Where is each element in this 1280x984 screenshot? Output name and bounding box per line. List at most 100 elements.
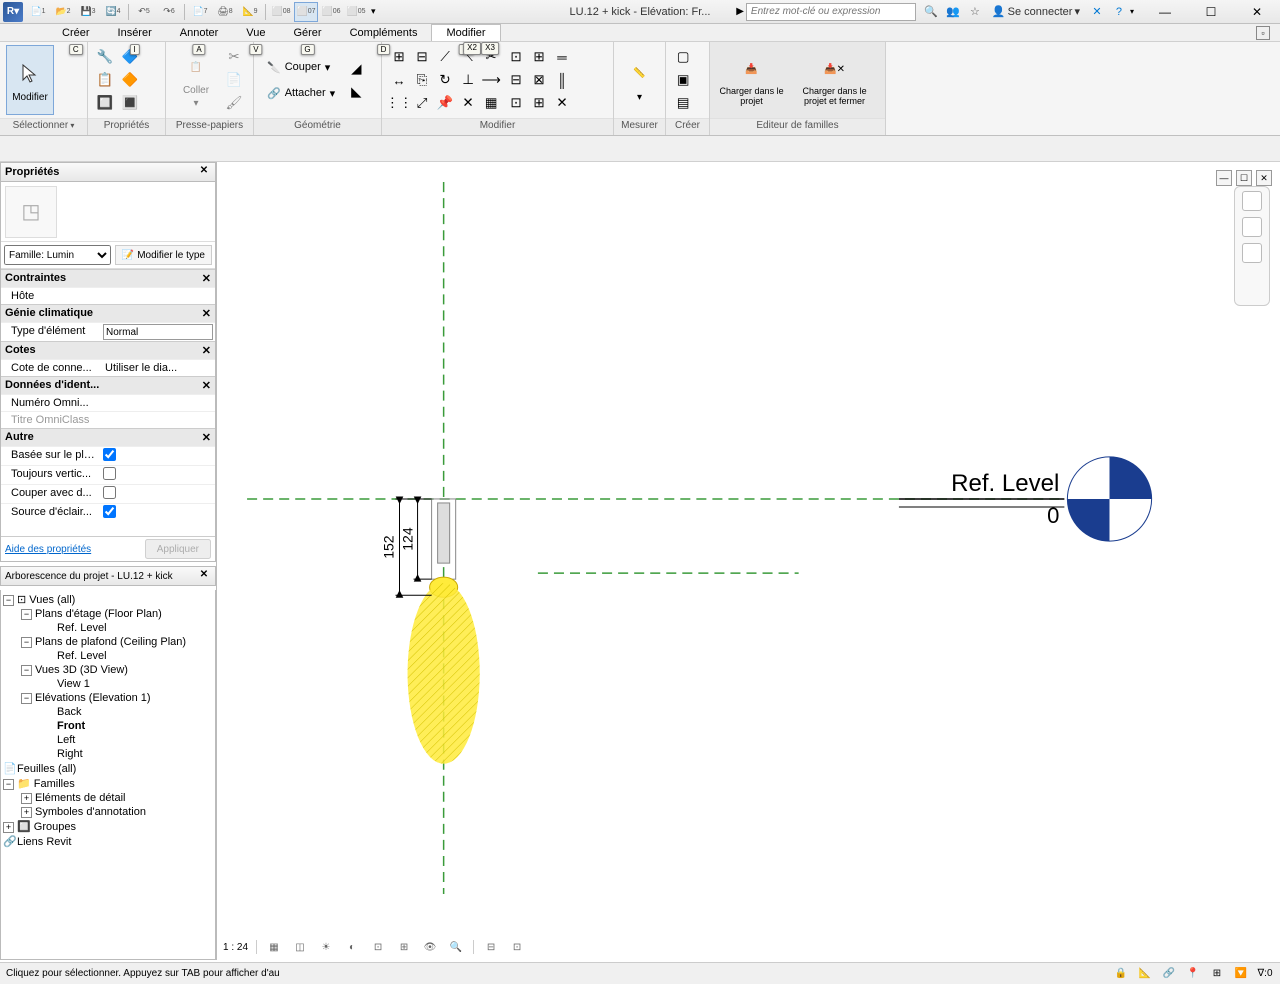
tree-families[interactable]: −📁 Familles	[3, 776, 213, 791]
maximize-button[interactable]: ☐	[1188, 0, 1234, 24]
tree-sheets[interactable]: 📄Feuilles (all)	[3, 761, 213, 776]
scale-label[interactable]: 1 : 24	[223, 942, 248, 953]
help-icon[interactable]: ?	[1108, 2, 1130, 22]
qat-btn-7[interactable]: 📄7	[188, 2, 212, 22]
tree-ceil[interactable]: −Plans de plafond (Ceiling Plan)	[3, 635, 213, 649]
mod-move[interactable]: ↔	[388, 69, 410, 91]
load-project-button[interactable]: 📥 Charger dans le projet	[716, 45, 787, 115]
detail-level-icon[interactable]: ▦	[265, 938, 283, 956]
family-selector[interactable]: Famille: Lumin	[4, 245, 111, 265]
measure-button[interactable]: 📏▾	[620, 45, 659, 115]
paste-button[interactable]: 📋 Coller▾	[172, 45, 220, 115]
qat-btn-2[interactable]: 📂2	[51, 2, 75, 22]
cat-autre[interactable]: Autre✕	[1, 428, 215, 446]
mod-offset[interactable]: ⊟	[411, 46, 433, 68]
menu-inserer[interactable]: InsérerI	[104, 25, 166, 41]
mod-array[interactable]: ⋮⋮	[388, 92, 410, 114]
type-elem-input[interactable]	[103, 324, 213, 340]
minimize-button[interactable]: —	[1142, 0, 1188, 24]
mod-group[interactable]: ▦	[480, 92, 502, 114]
copy-icon[interactable]: 📄	[223, 69, 245, 91]
mod-r6[interactable]: ║	[551, 69, 573, 91]
menu-modifier[interactable]: ModifierM	[431, 24, 500, 41]
menu-gerer[interactable]: GérerG	[279, 25, 335, 41]
menu-creer[interactable]: CréerC	[48, 25, 104, 41]
status-icon-2[interactable]: 📐	[1136, 966, 1154, 982]
status-filter-icon[interactable]: ∇:0	[1256, 966, 1274, 982]
qat-btn-4[interactable]: 🔄4	[101, 2, 125, 22]
tree-links[interactable]: 🔗Liens Revit	[3, 834, 213, 849]
geom-btn-2[interactable]: ◣	[345, 81, 367, 103]
signin-button[interactable]: 👤 Se connecter ▾	[986, 5, 1086, 18]
menu-close-icon[interactable]: ▫	[1256, 26, 1270, 40]
attach-button[interactable]: 🔗 Attacher ▾	[260, 82, 342, 104]
reveal-icon[interactable]: 🔍	[447, 938, 465, 956]
match-icon[interactable]: 🖌	[223, 92, 245, 114]
close-button[interactable]: ✕	[1234, 0, 1280, 24]
qat-btn-05[interactable]: ⬜05	[344, 2, 368, 22]
mod-r4[interactable]: ⊟	[505, 69, 527, 91]
props-btn-2[interactable]: 📋	[94, 69, 116, 91]
geom-btn-1[interactable]: ◢	[345, 58, 367, 80]
props-btn-6[interactable]: 🔳	[119, 92, 141, 114]
visual-style-icon[interactable]: ◫	[291, 938, 309, 956]
props-btn-1[interactable]: 🔧	[94, 46, 116, 68]
cut-geom-button[interactable]: 🔪 Couper ▾	[260, 56, 342, 78]
panel-title-select[interactable]: Sélectionner	[0, 118, 87, 135]
props-btn-3[interactable]: 🔲	[94, 92, 116, 114]
vc-extra-2[interactable]: ⊡	[508, 938, 526, 956]
qat-redo[interactable]: ↷6	[157, 2, 181, 22]
comm-icon[interactable]: 👥	[942, 2, 964, 22]
exchange-icon[interactable]: ✕	[1086, 2, 1108, 22]
create-btn-3[interactable]: ▤	[672, 92, 694, 114]
status-icon-3[interactable]: 🔗	[1160, 966, 1178, 982]
modify-tool-button[interactable]: Modifier	[6, 45, 54, 115]
search-input[interactable]	[746, 3, 916, 21]
mod-r8[interactable]: ⊞	[528, 92, 550, 114]
vert-checkbox[interactable]	[103, 467, 116, 480]
mod-r3[interactable]: ═	[551, 46, 573, 68]
crop-icon[interactable]: ⊡	[369, 938, 387, 956]
create-btn-2[interactable]: ▣	[672, 69, 694, 91]
tree-groups[interactable]: +🔲 Groupes	[3, 819, 213, 834]
qat-btn-8[interactable]: 🖨8	[213, 2, 237, 22]
tree-view1[interactable]: View 1	[3, 677, 213, 691]
fav-icon[interactable]: ☆	[964, 2, 986, 22]
cat-ident[interactable]: Données d'ident...✕	[1, 376, 215, 394]
mod-r5[interactable]: ⊠	[528, 69, 550, 91]
close-properties-icon[interactable]: ✕	[197, 165, 211, 179]
qat-btn-06[interactable]: ⬜06	[319, 2, 343, 22]
shadow-icon[interactable]: ◐	[343, 938, 361, 956]
menu-vue[interactable]: VueV	[232, 25, 279, 41]
status-icon-6[interactable]: 🔽	[1232, 966, 1250, 982]
type-thumbnail[interactable]: ◳	[5, 186, 57, 238]
mod-pin[interactable]: 📌	[434, 92, 456, 114]
properties-header[interactable]: Propriétés ✕	[0, 162, 216, 182]
cat-contraintes[interactable]: Contraintes✕	[1, 269, 215, 287]
qat-btn-9[interactable]: 📐9	[238, 2, 262, 22]
qat-btn-07[interactable]: ⬜07	[294, 2, 318, 22]
status-icon-5[interactable]: ⊞	[1208, 966, 1226, 982]
menu-complements[interactable]: ComplémentsD	[336, 25, 432, 41]
mod-rotate[interactable]: ↻	[434, 69, 456, 91]
close-browser-icon[interactable]: ✕	[197, 569, 211, 583]
mod-r1[interactable]: ⊡	[505, 46, 527, 68]
qat-undo[interactable]: ↶5	[132, 2, 156, 22]
drawing-canvas[interactable]: — ☐ ✕ Ref. Level 0	[216, 162, 1280, 960]
create-btn-1[interactable]: ▢	[672, 46, 694, 68]
tree-right[interactable]: Right	[3, 747, 213, 761]
tree-back[interactable]: Back	[3, 705, 213, 719]
cut-checkbox[interactable]	[103, 486, 116, 499]
load-close-button[interactable]: 📥✕ Charger dans le projet et fermer	[790, 45, 879, 115]
mod-r2[interactable]: ⊞	[528, 46, 550, 68]
tree-elev[interactable]: −Elévations (Elevation 1)	[3, 691, 213, 705]
menu-annoter[interactable]: AnnoterA	[166, 25, 233, 41]
props-help-link[interactable]: Aide des propriétés	[5, 544, 91, 555]
tree-reflevel-1[interactable]: Ref. Level	[3, 621, 213, 635]
src-checkbox[interactable]	[103, 505, 116, 518]
cat-genie[interactable]: Génie climatique✕	[1, 304, 215, 322]
qat-btn-3[interactable]: 💾3	[76, 2, 100, 22]
qat-btn-08[interactable]: ⬜08	[269, 2, 293, 22]
mod-scale[interactable]: ⤢	[411, 92, 433, 114]
cut-icon[interactable]: ✂	[223, 46, 245, 68]
